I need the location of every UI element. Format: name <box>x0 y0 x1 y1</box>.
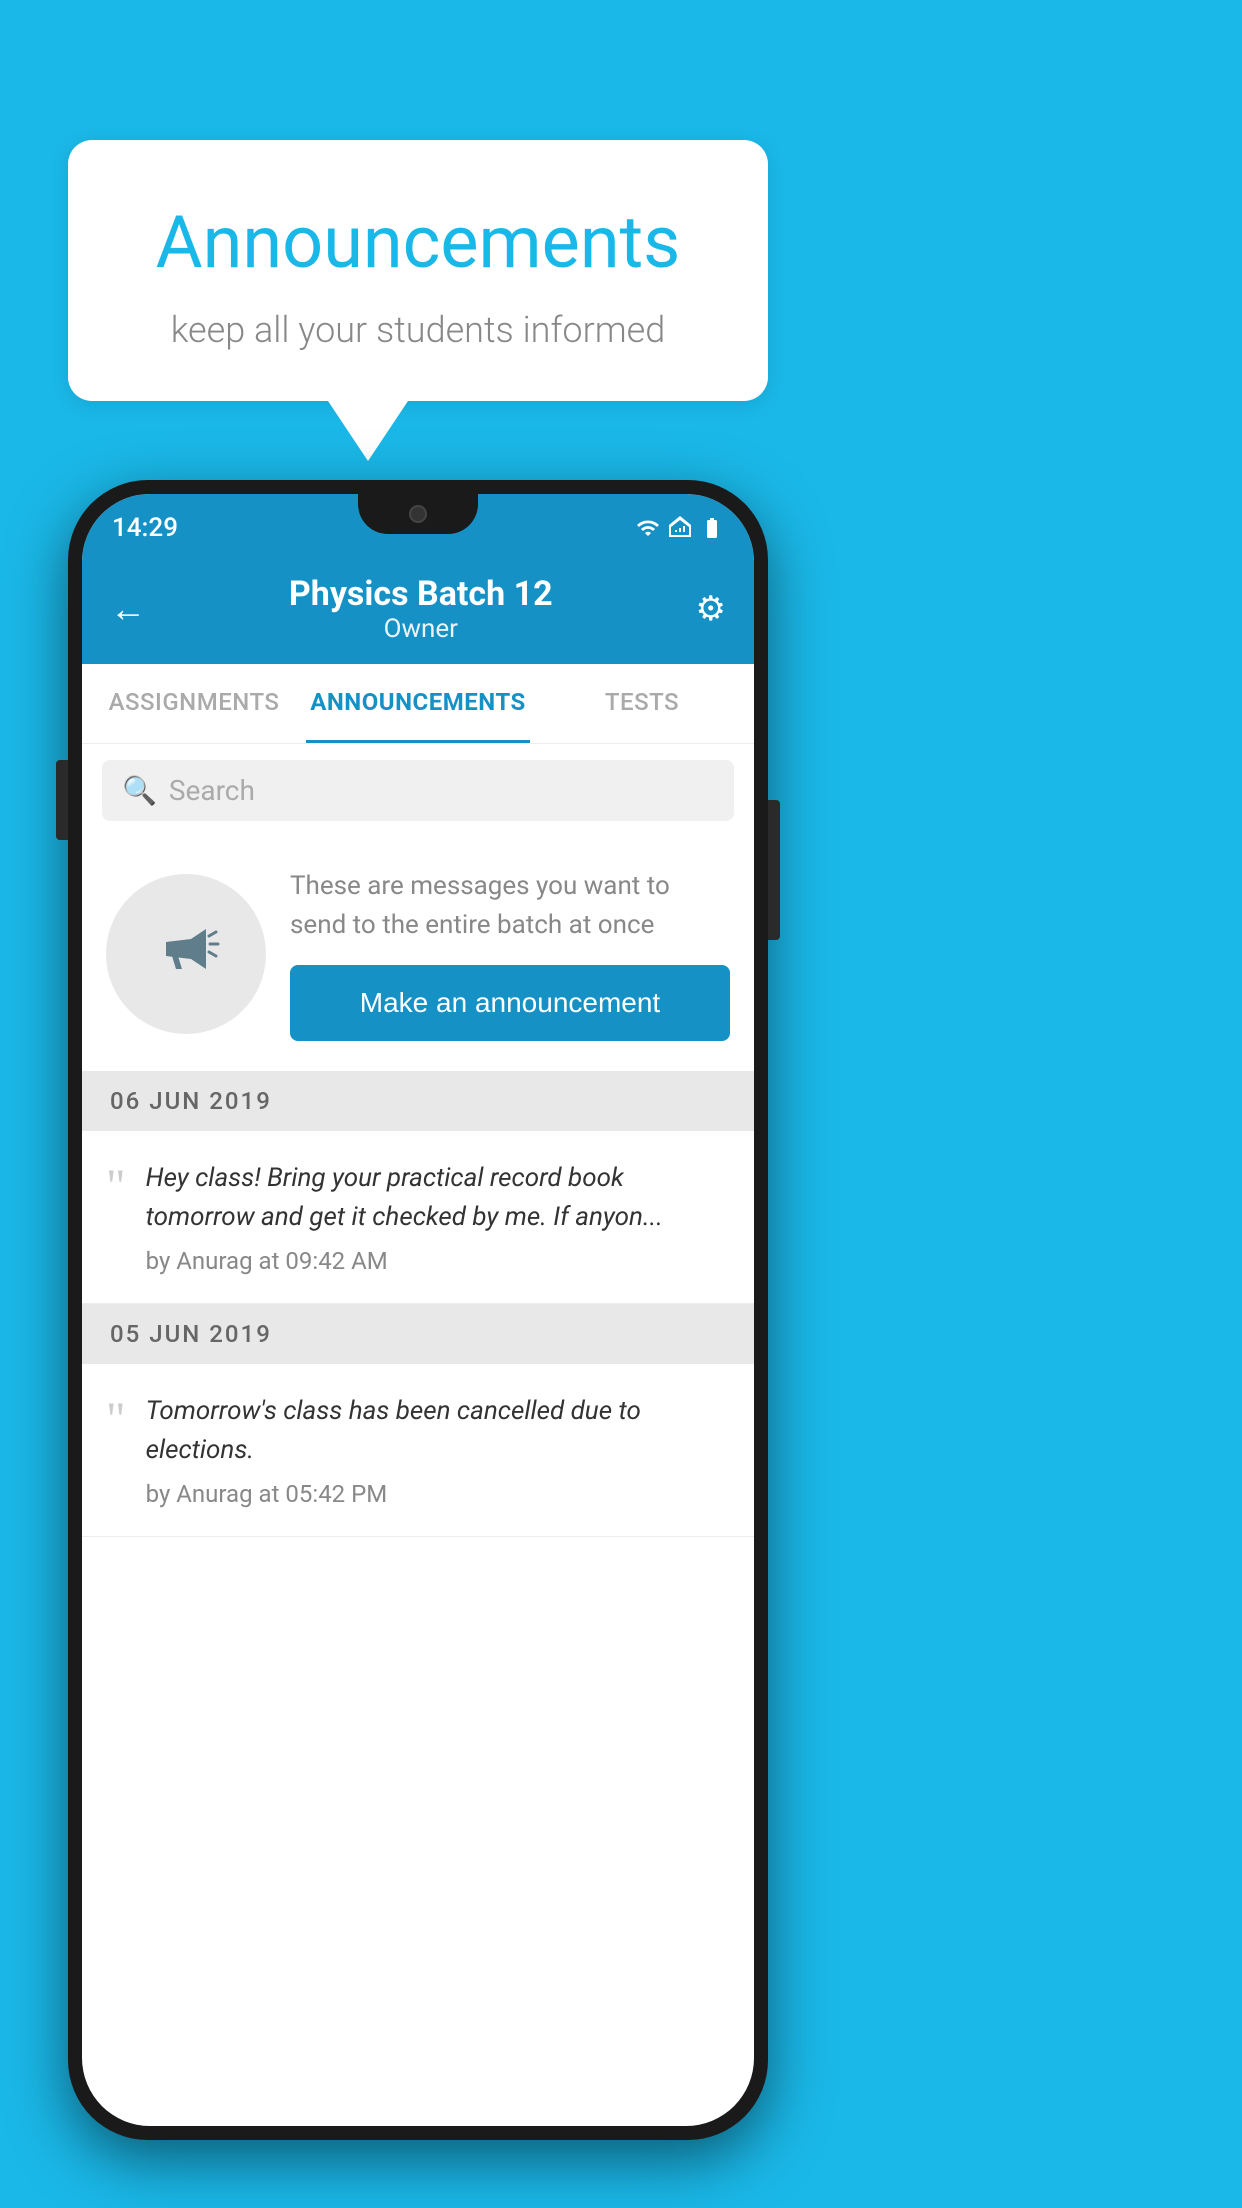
quote-icon-1: " <box>106 1159 126 1211</box>
wifi-icon <box>636 516 660 540</box>
speech-bubble-tail <box>328 401 408 461</box>
quote-icon-2: " <box>106 1392 126 1444</box>
notch <box>358 494 478 534</box>
search-placeholder: Search <box>169 774 255 807</box>
phone-content: 14:29 <box>82 494 754 2126</box>
phone-outer: 14:29 <box>68 480 768 2140</box>
tab-tests[interactable]: TESTS <box>530 664 754 743</box>
app-bar: ← Physics Batch 12 Owner ⚙ <box>82 554 754 664</box>
tab-bar: ASSIGNMENTS ANNOUNCEMENTS TESTS <box>82 664 754 744</box>
settings-icon[interactable]: ⚙ <box>696 589 726 629</box>
date-label-2: 05 JUN 2019 <box>110 1320 272 1348</box>
back-button[interactable]: ← <box>110 588 146 630</box>
search-container: 🔍 Search <box>82 744 754 837</box>
date-section-1: 06 JUN 2019 <box>82 1071 754 1131</box>
status-icons <box>636 516 724 540</box>
announcement-item-2[interactable]: " Tomorrow's class has been cancelled du… <box>82 1364 754 1537</box>
announcement-item-1[interactable]: " Hey class! Bring your practical record… <box>82 1131 754 1304</box>
tab-assignments[interactable]: ASSIGNMENTS <box>82 664 306 743</box>
phone-inner: 14:29 <box>82 494 754 2126</box>
announcement-author-2: by Anurag at 05:42 PM <box>146 1480 730 1508</box>
date-section-2: 05 JUN 2019 <box>82 1304 754 1364</box>
promo-section: These are messages you want to send to t… <box>82 837 754 1071</box>
scrollable-content: 🔍 Search <box>82 744 754 2126</box>
date-label-1: 06 JUN 2019 <box>110 1087 272 1115</box>
battery-icon <box>700 516 724 540</box>
promo-right: These are messages you want to send to t… <box>290 867 730 1041</box>
signal-icon <box>668 516 692 540</box>
announcement-icon-circle <box>106 874 266 1034</box>
speech-bubble: Announcements keep all your students inf… <box>68 140 768 401</box>
tab-announcements[interactable]: ANNOUNCEMENTS <box>306 664 530 743</box>
search-icon: 🔍 <box>122 774 157 807</box>
promo-description: These are messages you want to send to t… <box>290 867 730 945</box>
announcement-text-2: Tomorrow's class has been cancelled due … <box>146 1392 730 1470</box>
speech-bubble-title: Announcements <box>118 200 718 285</box>
app-bar-title: Physics Batch 12 <box>289 574 553 614</box>
app-bar-title-group: Physics Batch 12 Owner <box>289 574 553 644</box>
make-announcement-button[interactable]: Make an announcement <box>290 965 730 1041</box>
speech-bubble-subtitle: keep all your students informed <box>118 309 718 351</box>
announcement-text-1: Hey class! Bring your practical record b… <box>146 1159 730 1237</box>
speech-bubble-wrapper: Announcements keep all your students inf… <box>68 140 768 461</box>
status-time: 14:29 <box>112 513 178 543</box>
announcement-content-2: Tomorrow's class has been cancelled due … <box>146 1392 730 1508</box>
search-bar[interactable]: 🔍 Search <box>102 760 734 821</box>
announcement-content-1: Hey class! Bring your practical record b… <box>146 1159 730 1275</box>
app-bar-subtitle: Owner <box>289 614 553 644</box>
phone-wrapper: 14:29 <box>68 480 768 2140</box>
megaphone-icon <box>146 914 226 994</box>
announcement-author-1: by Anurag at 09:42 AM <box>146 1247 730 1275</box>
notch-camera <box>409 505 427 523</box>
